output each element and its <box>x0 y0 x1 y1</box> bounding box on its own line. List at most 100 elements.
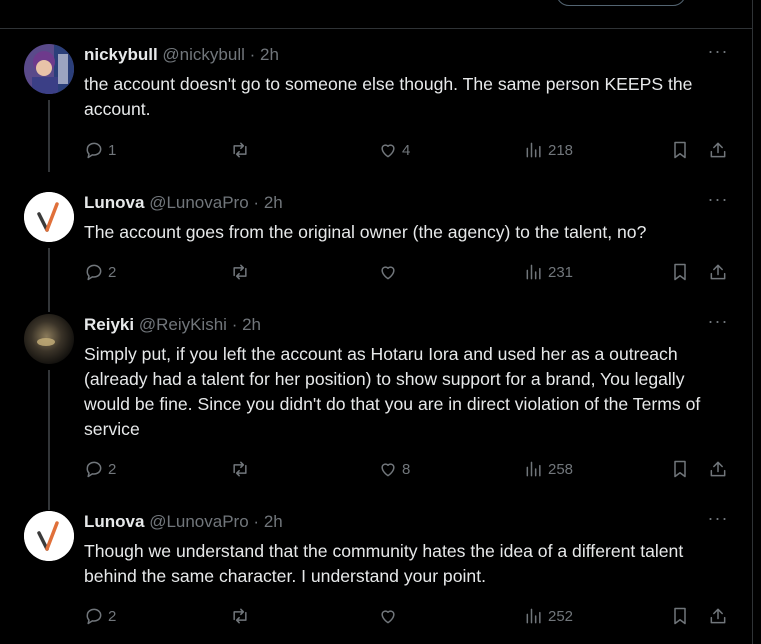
more-icon[interactable]: ··· <box>707 312 729 334</box>
like-count: 4 <box>402 141 411 159</box>
like-button[interactable]: 4 <box>378 138 410 162</box>
share-button[interactable] <box>708 604 728 628</box>
bookmark-icon <box>674 141 686 159</box>
views-button[interactable]: 218 <box>524 138 573 162</box>
tweet-header: Lunova @LunovaPro · 2h <box>84 511 283 533</box>
thread-line <box>48 248 50 312</box>
more-icon[interactable]: ··· <box>707 190 729 212</box>
heart-icon <box>381 610 395 624</box>
tweet[interactable]: Lunova @LunovaPro · 2h ··· The account g… <box>0 190 753 312</box>
views-count: 258 <box>548 460 574 478</box>
author-name[interactable]: nickybull <box>84 45 158 64</box>
more-icon[interactable]: ··· <box>707 42 729 64</box>
separator-dot: · <box>253 193 260 212</box>
retweet-icon <box>233 461 247 477</box>
views-button[interactable]: 252 <box>524 604 573 628</box>
retweet-button[interactable] <box>230 604 254 628</box>
divider <box>0 28 753 29</box>
avatar[interactable] <box>24 314 74 364</box>
tweet-text: Though we understand that the community … <box>84 541 684 586</box>
avatar[interactable] <box>24 511 74 561</box>
retweet-icon <box>233 264 247 280</box>
views-icon <box>526 142 541 158</box>
share-icon <box>710 461 726 477</box>
views-button[interactable]: 231 <box>524 260 573 284</box>
author-handle[interactable]: @LunovaPro <box>149 193 249 212</box>
action-bar: 2 231 <box>84 260 734 284</box>
thread-line <box>48 370 50 510</box>
timestamp[interactable]: 2h <box>264 512 283 531</box>
reply-count: 2 <box>108 460 117 478</box>
bookmark-button[interactable] <box>670 260 690 284</box>
avatar[interactable] <box>24 44 74 94</box>
action-bar: 1 4 218 <box>84 138 734 162</box>
share-button[interactable] <box>708 138 728 162</box>
reply-count: 2 <box>108 607 117 625</box>
author-name[interactable]: Reiyki <box>84 315 134 334</box>
reply-count: 1 <box>108 141 117 159</box>
thread-line <box>48 100 50 172</box>
reply-icon <box>86 461 102 478</box>
retweet-button[interactable] <box>230 457 254 481</box>
heart-icon <box>381 144 395 158</box>
retweet-button[interactable] <box>230 260 254 284</box>
retweet-icon <box>233 608 247 624</box>
timestamp[interactable]: 2h <box>260 45 279 64</box>
reply-button[interactable]: 1 <box>84 138 116 162</box>
more-icon[interactable]: ··· <box>707 509 729 531</box>
reply-icon <box>86 608 102 625</box>
reply-button[interactable]: 2 <box>84 260 116 284</box>
bookmark-button[interactable] <box>670 604 690 628</box>
share-icon <box>710 142 726 158</box>
reply-count: 2 <box>108 263 117 281</box>
like-count: 8 <box>402 460 411 478</box>
reply-button[interactable]: 2 <box>84 604 116 628</box>
views-count: 231 <box>548 263 574 281</box>
author-handle[interactable]: @nickybull <box>162 45 244 64</box>
author-handle[interactable]: @LunovaPro <box>149 512 249 531</box>
share-button[interactable] <box>708 457 728 481</box>
like-button[interactable] <box>378 260 402 284</box>
tweet-header: Lunova @LunovaPro · 2h <box>84 192 283 214</box>
action-bar: 2 8 258 <box>84 457 734 481</box>
share-button[interactable] <box>708 260 728 284</box>
tweet[interactable]: Lunova @LunovaPro · 2h ··· Though we und… <box>0 509 753 644</box>
action-bar: 2 252 <box>84 604 734 628</box>
tweet[interactable]: nickybull @nickybull · 2h ··· the accoun… <box>0 42 753 172</box>
timestamp[interactable]: 2h <box>264 193 283 212</box>
bookmark-button[interactable] <box>670 138 690 162</box>
avatar[interactable] <box>24 192 74 242</box>
heart-icon <box>381 266 395 280</box>
share-icon <box>710 264 726 280</box>
views-icon <box>526 608 541 624</box>
views-count: 252 <box>548 607 574 625</box>
author-name[interactable]: Lunova <box>84 512 144 531</box>
timestamp[interactable]: 2h <box>242 315 261 334</box>
top-button-edge[interactable] <box>556 0 686 6</box>
tweet[interactable]: Reiyki @ReiyKishi · 2h ··· Simply put, i… <box>0 312 753 510</box>
views-icon <box>526 264 541 280</box>
separator-dot: · <box>249 45 256 64</box>
bookmark-icon <box>674 263 686 281</box>
views-button[interactable]: 258 <box>524 457 573 481</box>
author-name[interactable]: Lunova <box>84 193 144 212</box>
tweet-text: Simply put, if you left the account as H… <box>84 344 701 439</box>
like-button[interactable] <box>378 604 402 628</box>
author-handle[interactable]: @ReiyKishi <box>139 315 227 334</box>
bookmark-icon <box>674 460 686 478</box>
tweet-text: the account doesn't go to someone else t… <box>84 74 693 119</box>
tweet-header: Reiyki @ReiyKishi · 2h <box>84 314 261 336</box>
reply-icon <box>86 264 102 281</box>
reply-button[interactable]: 2 <box>84 457 116 481</box>
separator-dot: · <box>253 512 260 531</box>
heart-icon <box>381 463 395 477</box>
like-button[interactable]: 8 <box>378 457 410 481</box>
retweet-icon <box>233 142 247 158</box>
bookmark-button[interactable] <box>670 457 690 481</box>
retweet-button[interactable] <box>230 138 254 162</box>
views-count: 218 <box>548 141 574 159</box>
share-icon <box>710 608 726 624</box>
separator-dot: · <box>231 315 238 334</box>
tweet-text: The account goes from the original owner… <box>84 222 647 242</box>
views-icon <box>526 461 541 477</box>
